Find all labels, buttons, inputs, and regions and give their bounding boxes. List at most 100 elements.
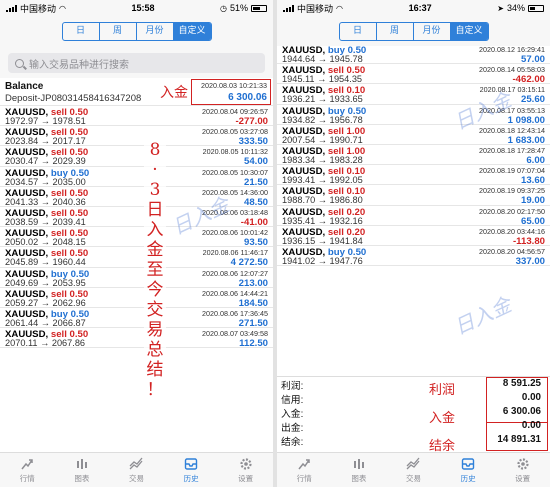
- trade-row[interactable]: XAUUSD, sell 0.50 2023.84 → 2017.17 2020.0…: [0, 126, 273, 147]
- trade-row[interactable]: XAUUSD, sell 0.50 1945.11 → 1954.35 2020.0…: [277, 64, 550, 85]
- trade-datetime: 2020.08.06 10:01:42: [202, 228, 268, 238]
- tab-settings[interactable]: 设置: [218, 453, 273, 487]
- tab-trade[interactable]: 交易: [386, 453, 441, 487]
- summary-line: 入金: 6 300.06: [277, 405, 550, 420]
- right-screenshot: 中国移动 ◠ 16:37 ➤ 34% 日 周 月份 自定义 XAUUSD, bu…: [277, 0, 550, 487]
- location-icon: ➤: [497, 3, 504, 13]
- trade-row[interactable]: XAUUSD, buy 0.50 1941.02 → 1947.76 2020.08…: [277, 246, 550, 267]
- balance-row[interactable]: Balance Deposit-JP08031458416347208 2020…: [0, 78, 273, 106]
- arrow-icon: →: [38, 196, 53, 207]
- trade-row[interactable]: XAUUSD, sell 0.50 2030.47 → 2029.39 2020.0…: [0, 146, 273, 167]
- segment-week[interactable]: 周: [377, 22, 414, 40]
- tab-settings[interactable]: 设置: [495, 453, 550, 487]
- annotation-char: 总: [146, 340, 164, 360]
- close-price: 2062.96: [52, 297, 86, 308]
- trade-row[interactable]: XAUUSD, buy 0.50 1934.82 → 1956.78 2020.08…: [277, 105, 550, 126]
- summary-value: 0.00: [521, 392, 541, 403]
- trade-datetime: 2020.08.19 09:37:25: [479, 186, 545, 196]
- tab-chart[interactable]: 图表: [55, 453, 110, 487]
- trade-datetime: 2020.08.12 16:29:41: [479, 45, 545, 54]
- arrow-icon: →: [315, 134, 330, 145]
- trade-row[interactable]: XAUUSD, buy 0.50 2061.44 → 2066.87 2020.08…: [0, 308, 273, 329]
- trade-row[interactable]: XAUUSD, sell 0.50 2038.59 → 2039.41 2020.0…: [0, 207, 273, 228]
- tab-quotes[interactable]: 行情: [277, 453, 332, 487]
- segment-day[interactable]: 日: [63, 22, 100, 40]
- tab-quotes[interactable]: 行情: [0, 453, 55, 487]
- trade-row[interactable]: XAUUSD, sell 0.50 1972.97 → 1978.51 2020.0…: [0, 106, 273, 127]
- status-time: 15:58: [131, 3, 155, 13]
- segment-week[interactable]: 周: [100, 22, 137, 40]
- segment-custom[interactable]: 自定义: [450, 22, 488, 40]
- open-price: 2061.44: [5, 317, 39, 328]
- open-price: 1972.97: [5, 116, 39, 126]
- open-price: 1934.82: [282, 114, 316, 125]
- trade-row[interactable]: XAUUSD, sell 0.50 2059.27 → 2062.96 2020.0…: [0, 288, 273, 309]
- trade-row[interactable]: XAUUSD, sell 0.20 1935.41 → 1932.16 2020.0…: [277, 206, 550, 227]
- close-price: 2029.39: [52, 156, 86, 167]
- trade-row[interactable]: XAUUSD, sell 0.10 1993.41 → 1992.05 2020.0…: [277, 165, 550, 186]
- annotation-char: ·: [152, 160, 158, 180]
- history-list[interactable]: Balance Deposit-JP08031458416347208 2020…: [0, 78, 273, 349]
- trade-row[interactable]: XAUUSD, buy 0.50 2049.69 → 2053.95 2020.08…: [0, 268, 273, 289]
- trade-row[interactable]: XAUUSD, sell 1.00 2007.54 → 1990.71 2020.0…: [277, 125, 550, 146]
- segment-custom[interactable]: 自定义: [173, 22, 211, 40]
- trade-row[interactable]: XAUUSD, sell 0.10 1988.70 → 1986.80 2020.0…: [277, 185, 550, 206]
- history-list[interactable]: XAUUSD, buy 0.50 1944.64 → 1945.78 2020.08…: [277, 44, 550, 267]
- annotation-char: 日: [146, 200, 164, 220]
- open-price: 2034.57: [5, 176, 39, 187]
- close-price: 1933.65: [329, 94, 363, 105]
- arrow-icon: →: [37, 338, 52, 349]
- deposit-id: Deposit-JP08031458416347208: [5, 93, 142, 104]
- open-price: 1941.02: [282, 255, 316, 266]
- trade-row[interactable]: XAUUSD, sell 0.50 2070.11 → 2067.86 2020.0…: [0, 328, 273, 349]
- trade-row[interactable]: XAUUSD, sell 0.50 2050.02 → 2048.15 2020.0…: [0, 227, 273, 248]
- chart-icon: [76, 458, 87, 469]
- open-price: 1944.64: [282, 54, 316, 64]
- close-price: 1978.51: [52, 116, 86, 126]
- trade-row[interactable]: XAUUSD, sell 0.10 1936.21 → 1933.65 2020.0…: [277, 84, 550, 105]
- status-time: 16:37: [408, 3, 432, 13]
- trade-prices: 2030.47 → 2029.39: [5, 156, 86, 166]
- search-input[interactable]: 输入交易品种进行搜索: [8, 53, 265, 73]
- tab-chart[interactable]: 图表: [332, 453, 387, 487]
- status-bar: 中国移动 ◠ 16:37 ➤ 34%: [277, 0, 550, 16]
- tab-trade[interactable]: 交易: [109, 453, 164, 487]
- trade-row[interactable]: XAUUSD, sell 0.20 1936.15 → 1941.84 2020.0…: [277, 226, 550, 247]
- tab-settings-label: 设置: [238, 473, 254, 483]
- tab-history[interactable]: 历史: [441, 453, 496, 487]
- deposit-datetime: 2020.08.03 10:21:33: [201, 81, 267, 90]
- close-price: 1954.35: [328, 74, 363, 85]
- summary-label: 结余:: [281, 437, 304, 448]
- trade-datetime: 2020.08.04 09:26:57: [202, 107, 268, 116]
- period-segmented-control: 日 周 月份 自定义: [338, 21, 489, 41]
- tab-trade-label: 交易: [405, 473, 421, 483]
- signal-icon: [283, 4, 294, 12]
- battery-label: 51%: [229, 3, 248, 13]
- account-summary: 利润: 8 591.25 信用: 0.00 入金: 6 300.06 出金: 0.00 结余: 1…: [277, 376, 550, 453]
- wifi-icon: ◠: [336, 3, 343, 13]
- balance-title: Balance: [5, 81, 44, 92]
- search-icon: [15, 58, 24, 68]
- trade-datetime: 2020.08.20 03:44:16: [479, 226, 545, 236]
- close-price: 1947.76: [329, 255, 363, 266]
- trade-datetime: 2020.08.06 11:46:17: [202, 248, 268, 258]
- trade-row[interactable]: XAUUSD, buy 0.50 1944.64 → 1945.78 2020.08…: [277, 44, 550, 65]
- trade-row[interactable]: XAUUSD, sell 1.00 1983.34 → 1983.28 2020.0…: [277, 145, 550, 166]
- trade-datetime: 2020.08.06 17:36:45: [202, 308, 268, 318]
- tab-history[interactable]: 历史: [164, 453, 219, 487]
- trade-datetime: 2020.08.18 12:43:14: [479, 125, 545, 135]
- trade-row[interactable]: XAUUSD, sell 0.50 2045.89 → 1960.44 2020.0…: [0, 247, 273, 268]
- segment-month[interactable]: 月份: [137, 22, 174, 40]
- summary-line: 出金: 0.00: [277, 419, 550, 434]
- trade-row[interactable]: XAUUSD, sell 0.50 2041.33 → 2040.36 2020.0…: [0, 187, 273, 208]
- arrow-icon: →: [38, 237, 53, 248]
- trade-prices: 1988.70 → 1986.80: [282, 195, 363, 205]
- trade-prices: 2023.84 → 2017.17: [5, 136, 86, 146]
- close-price: 2035.00: [52, 176, 86, 187]
- summary-line: 结余: 14 891.31: [277, 433, 550, 448]
- battery-icon: [528, 4, 544, 12]
- segment-month[interactable]: 月份: [414, 22, 451, 40]
- search-placeholder: 输入交易品种进行搜索: [29, 59, 129, 71]
- segment-day[interactable]: 日: [340, 22, 377, 40]
- trade-row[interactable]: XAUUSD, buy 0.50 2034.57 → 2035.00 2020.08…: [0, 167, 273, 188]
